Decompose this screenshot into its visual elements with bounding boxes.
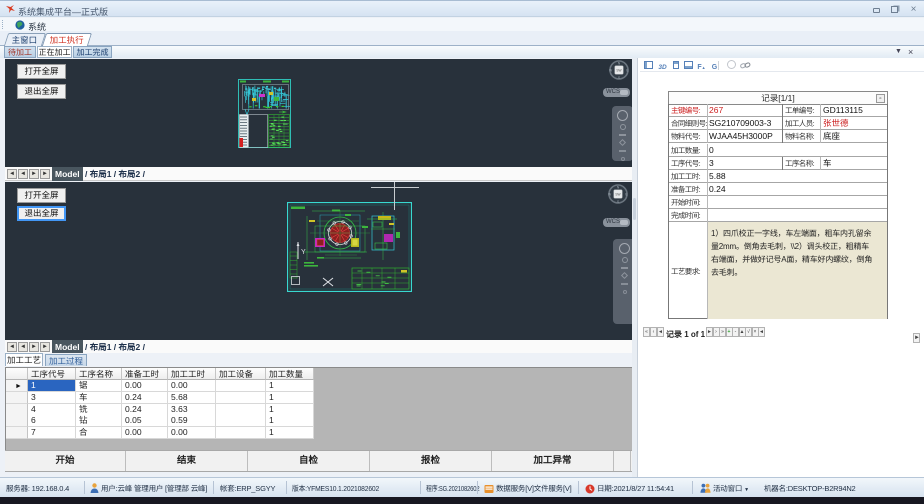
- svg-text:Y: Y: [301, 249, 306, 256]
- svg-text:SW: SW: [615, 193, 620, 197]
- svg-text:SW: SW: [616, 69, 621, 73]
- svg-text:E: E: [625, 192, 628, 196]
- svg-text:E: E: [626, 68, 629, 72]
